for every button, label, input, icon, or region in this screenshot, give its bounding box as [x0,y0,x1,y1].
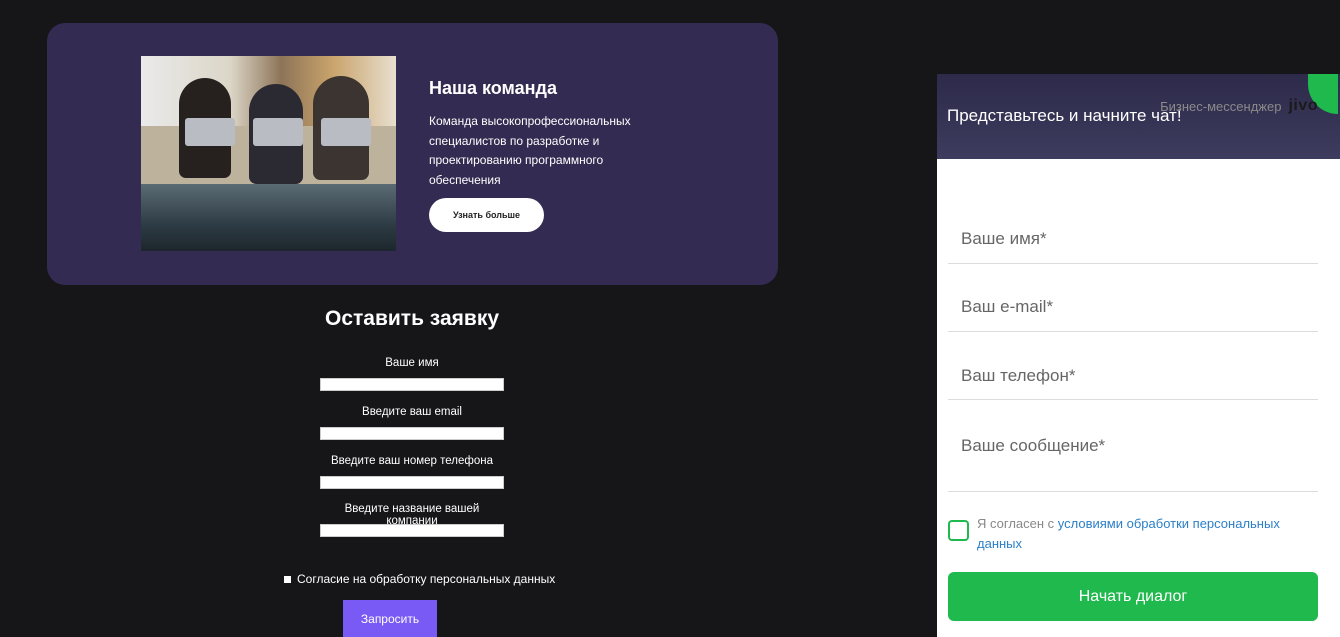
start-dialog-button[interactable]: Начать диалог [948,572,1318,621]
chat-phone-placeholder: Ваш телефон* [961,366,1076,385]
chat-header: Представьтесь и начните чат! [937,74,1340,159]
consent-row[interactable]: Согласие на обработку персональных данны… [284,572,555,586]
team-description: Команда высокопрофессиональных специалис… [429,114,631,187]
team-photo [141,56,396,251]
chat-email-field[interactable]: Ваш e-mail* [948,292,1318,332]
chat-name-field[interactable]: Ваше имя* [948,224,1318,264]
email-label: Введите ваш email [362,406,462,418]
chat-consent-checkbox[interactable] [948,520,969,541]
phone-input[interactable] [320,476,504,489]
brand-text: Бизнес-мессенджер [1160,98,1282,114]
chat-consent-prefix: Я согласен с [977,516,1058,531]
consent-checkbox[interactable] [284,575,291,583]
chat-message-placeholder: Ваше сообщение* [961,436,1106,455]
consent-label: Согласие на обработку персональных данны… [297,572,556,586]
chat-name-placeholder: Ваше имя* [961,229,1047,248]
team-title: Наша команда [429,78,557,98]
jivo-brand[interactable]: Бизнес-мессенджер jivo [1160,97,1318,115]
chat-email-placeholder: Ваш e-mail* [961,297,1054,316]
phone-label: Введите ваш номер телефона [331,455,493,467]
company-input[interactable] [320,524,504,537]
team-card [47,23,778,285]
chat-widget: Представьтесь и начните чат! Ваше имя* В… [937,74,1340,637]
jivo-logo-icon: jivo [1288,97,1318,114]
email-input[interactable] [320,427,504,440]
submit-button[interactable]: Запросить [343,600,437,637]
request-form-title: Оставить заявку [324,307,500,330]
name-input[interactable] [320,378,504,391]
learn-more-button[interactable]: Узнать больше [429,198,544,232]
chat-header-title: Представьтесь и начните чат! [947,106,1182,125]
chat-message-field[interactable]: Ваше сообщение* [948,429,1318,492]
chat-consent-text: Я согласен с условиями обработки персона… [977,514,1322,554]
name-label: Ваше имя [385,357,439,369]
chat-phone-field[interactable]: Ваш телефон* [948,360,1318,400]
